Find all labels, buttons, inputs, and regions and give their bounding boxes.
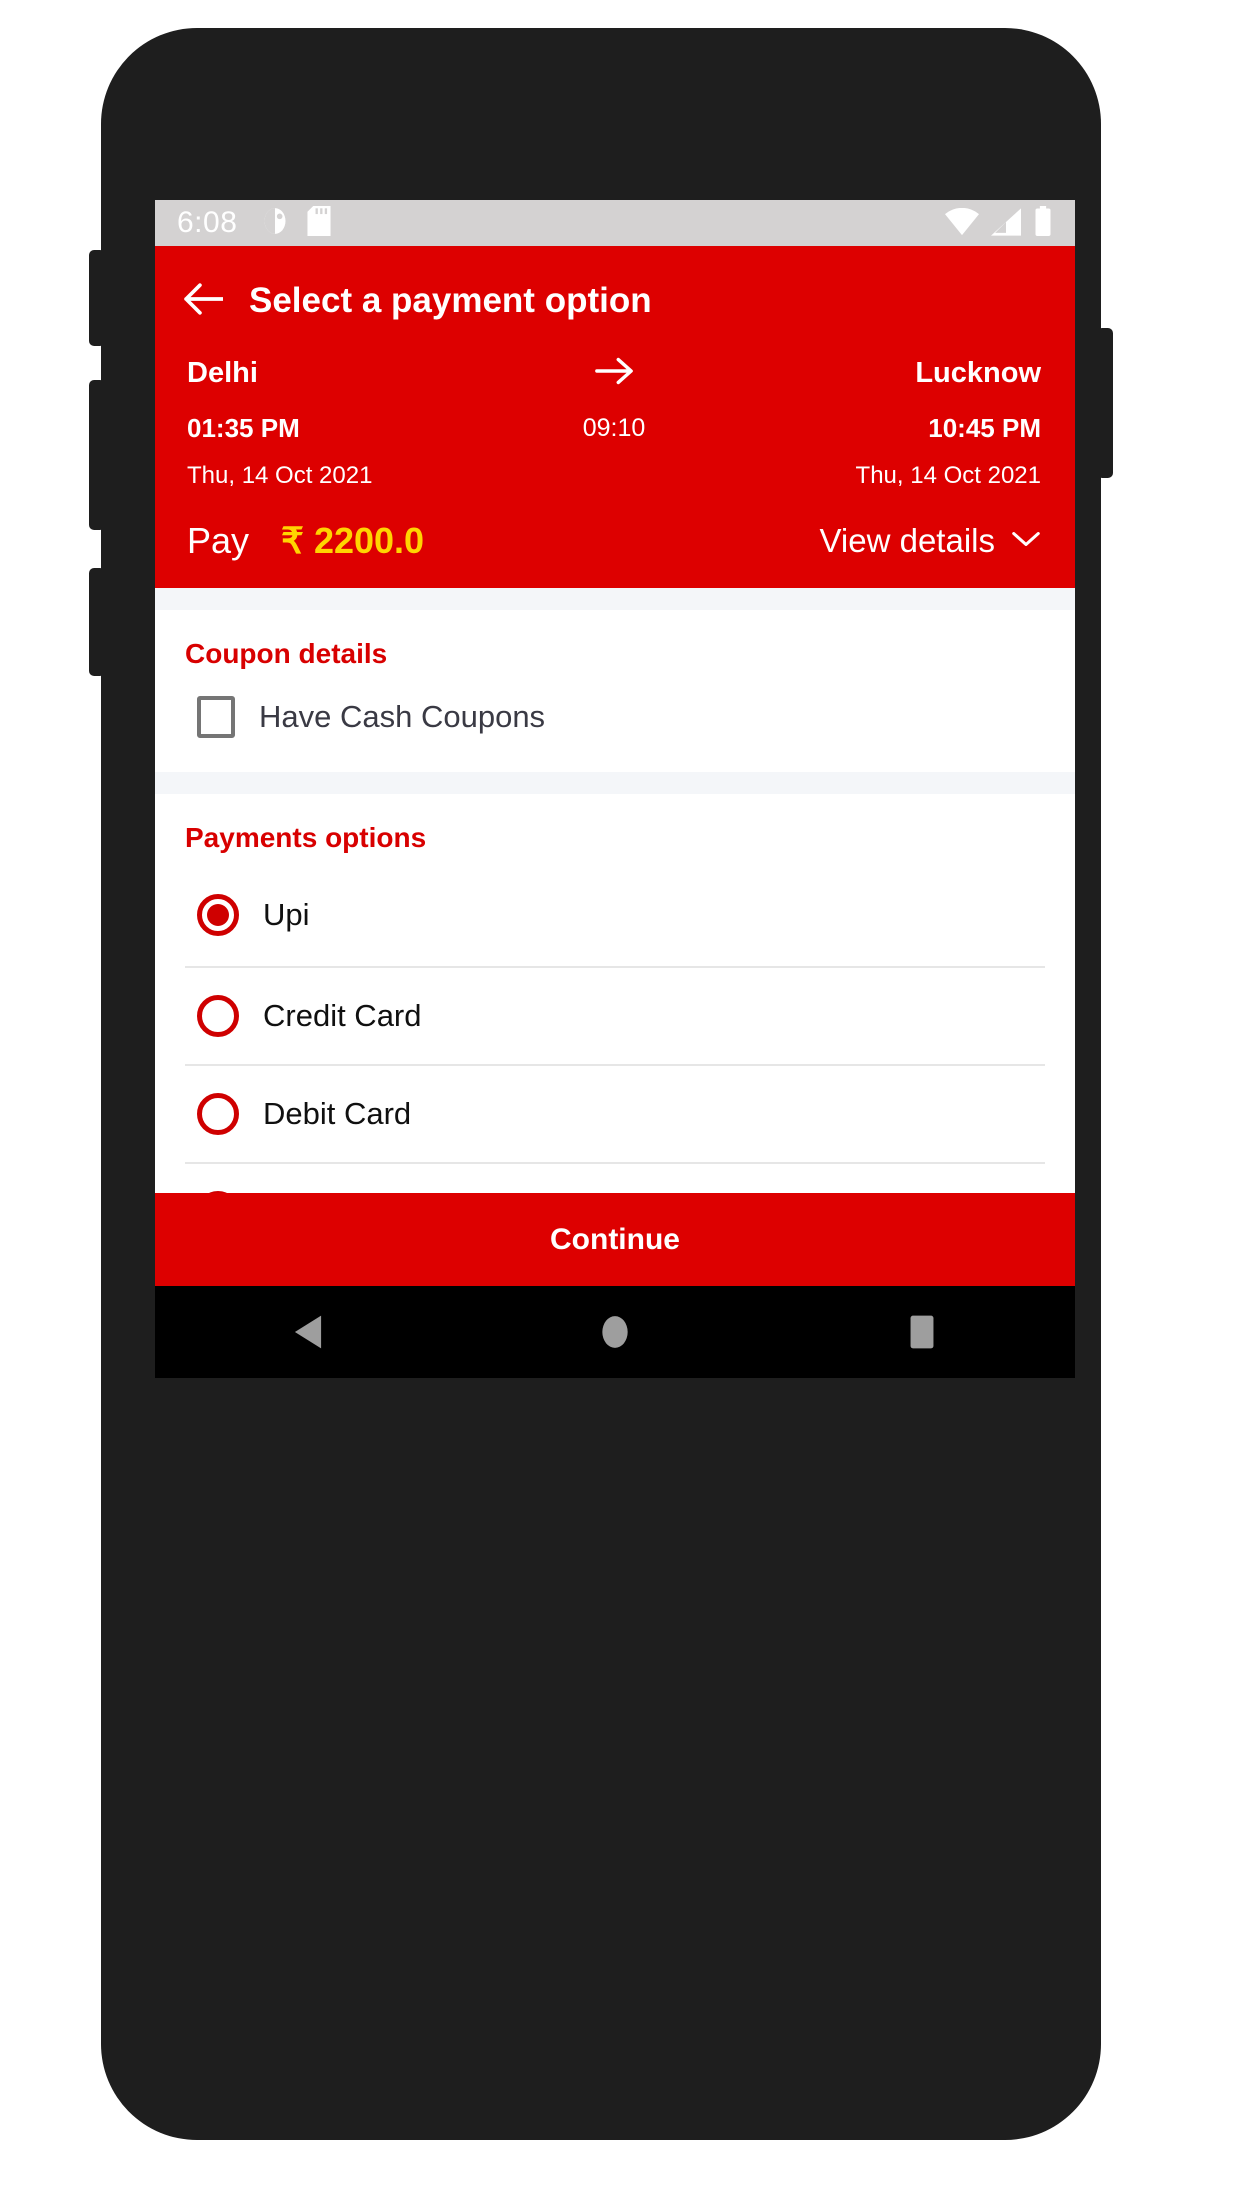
coupon-checkbox-row[interactable]: Have Cash Coupons <box>185 670 1045 772</box>
power-button[interactable] <box>1097 328 1113 478</box>
volume-up-button[interactable] <box>89 250 105 346</box>
nav-recents-button[interactable] <box>862 1286 982 1378</box>
payment-option-label: Credit Card <box>263 998 422 1033</box>
payments-section-title: Payments options <box>185 822 427 853</box>
payment-option-row[interactable]: Debit Card <box>185 1066 1045 1164</box>
status-clock: 6:08 <box>177 206 238 239</box>
arrival-date: Thu, 14 Oct 2021 <box>855 462 1041 489</box>
pay-label: Pay <box>187 520 250 561</box>
coupon-section: Coupon details Have Cash Coupons <box>155 610 1075 772</box>
section-divider-middle <box>155 772 1075 794</box>
origin-city: Delhi <box>187 357 258 389</box>
radio-selected-dot <box>207 904 229 926</box>
cellular-signal-icon <box>991 207 1021 241</box>
payment-option-radio-selected[interactable] <box>197 894 239 936</box>
page-title: Select a payment option <box>249 281 652 320</box>
arrival-time: 10:45 PM <box>928 413 1041 443</box>
nav-back-button[interactable] <box>248 1286 368 1378</box>
app-bar: Select a payment option Delhi Lucknow 01… <box>155 246 1075 588</box>
view-details-label: View details <box>819 522 996 559</box>
journey-arrow-icon <box>519 356 709 391</box>
departure-time: 01:35 PM <box>187 413 300 443</box>
payment-option-row[interactable]: Upi <box>185 864 1045 968</box>
destination-city: Lucknow <box>915 357 1041 389</box>
status-bar: 6:08 <box>155 200 1075 246</box>
pay-row: Pay ₹ 2200.0 View details <box>183 490 1047 588</box>
title-row: Select a payment option <box>183 272 1047 330</box>
phone-screen: 6:08 Select a payment option Delhi Luckn… <box>155 200 1075 1378</box>
journey-duration: 09:10 <box>582 414 646 442</box>
mute-button[interactable] <box>89 568 105 676</box>
payment-option-radio[interactable] <box>197 1093 239 1135</box>
do-not-disturb-icon <box>261 206 289 241</box>
wifi-icon <box>945 207 979 241</box>
coupon-section-title: Coupon details <box>185 638 388 669</box>
android-nav-bar <box>155 1286 1075 1378</box>
continue-button[interactable]: Continue <box>155 1193 1075 1286</box>
section-divider-top <box>155 588 1075 610</box>
chevron-down-icon <box>1011 529 1041 554</box>
have-cash-coupons-checkbox[interactable] <box>197 696 235 738</box>
continue-button-label: Continue <box>550 1222 680 1256</box>
view-details-button[interactable]: View details <box>820 522 1042 560</box>
nav-home-button[interactable] <box>555 1286 675 1378</box>
back-arrow-icon[interactable] <box>183 282 225 321</box>
payment-option-radio[interactable] <box>197 995 239 1037</box>
payment-option-label: Debit Card <box>263 1096 412 1131</box>
battery-icon <box>1033 205 1053 241</box>
payment-option-row[interactable]: Credit Card <box>185 968 1045 1066</box>
pay-amount: ₹ 2200.0 <box>281 520 425 561</box>
departure-date: Thu, 14 Oct 2021 <box>187 462 373 489</box>
journey-summary: Delhi Lucknow 01:35 PM 09:10 10:45 PM Th… <box>183 330 1047 490</box>
volume-down-button[interactable] <box>89 380 105 530</box>
have-cash-coupons-label: Have Cash Coupons <box>259 699 546 734</box>
payment-option-label: Upi <box>263 897 310 932</box>
sd-card-icon <box>307 205 331 241</box>
